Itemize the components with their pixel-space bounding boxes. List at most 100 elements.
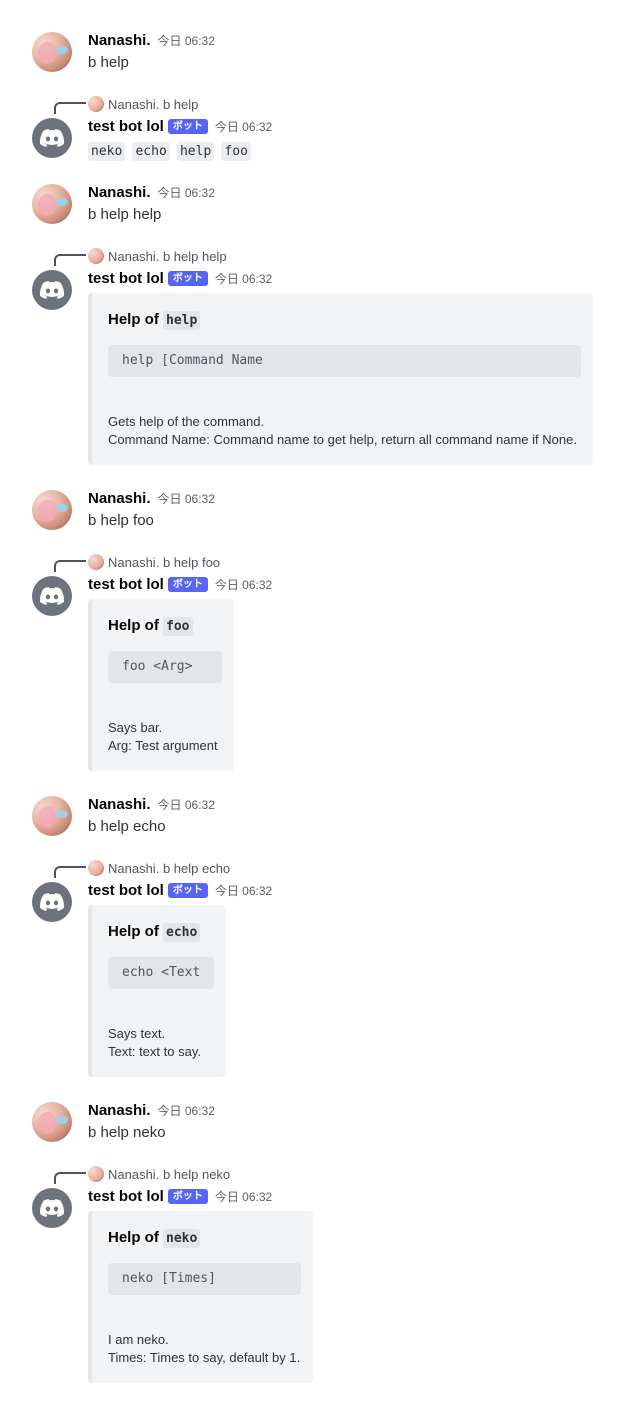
description-line: Command Name: Command name to get help, … bbox=[108, 432, 577, 447]
bot-badge: ボット bbox=[167, 119, 208, 134]
reply-reference[interactable]: Nanashi. b help echo bbox=[88, 860, 230, 876]
username[interactable]: Nanashi. bbox=[88, 184, 151, 201]
reply-text: b help bbox=[162, 96, 199, 112]
reply-reference[interactable]: Nanashi. b help bbox=[88, 96, 198, 112]
message-user: Nanashi. 今日 06:32 b help echo bbox=[0, 796, 625, 842]
usage-code-block: foo <Arg> bbox=[108, 651, 222, 683]
bot-avatar[interactable] bbox=[32, 118, 72, 158]
embed-title-prefix: Help of bbox=[108, 1229, 159, 1246]
reply-avatar bbox=[88, 554, 104, 570]
embed-title-code: help bbox=[163, 311, 201, 330]
reply-spine-icon bbox=[54, 254, 86, 266]
username[interactable]: test bot lol bbox=[88, 118, 164, 135]
command-code: help bbox=[176, 142, 215, 161]
message-text: b help neko bbox=[88, 1124, 166, 1141]
bot-badge: ボット bbox=[167, 577, 208, 592]
embed-title: Help of foo bbox=[108, 617, 196, 636]
username[interactable]: test bot lol bbox=[88, 576, 164, 593]
description-line: Says bar. bbox=[108, 720, 163, 735]
embed-description: Gets help of the command. Command Name: … bbox=[108, 413, 577, 449]
discord-logo-icon bbox=[40, 893, 64, 911]
reply-author: Nanashi. bbox=[108, 96, 160, 112]
discord-logo-icon bbox=[40, 281, 64, 299]
embed-title-code: foo bbox=[163, 617, 193, 636]
user-avatar[interactable] bbox=[32, 796, 72, 836]
description-line: Arg: Test argument bbox=[108, 738, 218, 753]
timestamp: 今日 06:32 bbox=[157, 186, 215, 200]
reply-spine-icon bbox=[54, 1172, 86, 1184]
message-user: Nanashi. 今日 06:32 b help bbox=[0, 32, 625, 78]
reply-text: b help neko bbox=[162, 1166, 231, 1182]
reply-reference[interactable]: Nanashi. b help help bbox=[88, 248, 227, 264]
embed-title: Help of help bbox=[108, 311, 203, 330]
username[interactable]: test bot lol bbox=[88, 1188, 164, 1205]
embed-title-prefix: Help of bbox=[108, 617, 159, 634]
usage-code-block: help [Command Name bbox=[108, 345, 581, 377]
message-user: Nanashi. 今日 06:32 b help help bbox=[0, 184, 625, 230]
reply-avatar bbox=[88, 1166, 104, 1182]
timestamp: 今日 06:32 bbox=[157, 1104, 215, 1118]
discord-logo-icon bbox=[40, 587, 64, 605]
reply-spine-icon bbox=[54, 866, 86, 878]
reply-reference[interactable]: Nanashi. b help neko bbox=[88, 1166, 230, 1182]
embed-title-code: neko bbox=[163, 1229, 201, 1248]
user-avatar[interactable] bbox=[32, 1102, 72, 1142]
bot-badge: ボット bbox=[167, 271, 208, 286]
discord-logo-icon bbox=[40, 1199, 64, 1217]
usage-code-block: neko [Times] bbox=[108, 1263, 301, 1295]
user-avatar[interactable] bbox=[32, 184, 72, 224]
embed-description: I am neko. Times: Times to say, default … bbox=[108, 1331, 300, 1367]
timestamp: 今日 06:32 bbox=[214, 1190, 273, 1204]
description-line: Times: Times to say, default by 1. bbox=[108, 1350, 301, 1365]
help-embed: Help of help help [Command Name Gets hel… bbox=[88, 293, 593, 465]
reply-avatar bbox=[88, 860, 104, 876]
embed-description: Says text. Text: text to say. bbox=[108, 1025, 201, 1061]
reply-reference[interactable]: Nanashi. b help foo bbox=[88, 554, 220, 570]
command-list: neko echo help foo bbox=[88, 142, 254, 161]
username[interactable]: Nanashi. bbox=[88, 796, 151, 813]
reply-author: Nanashi. bbox=[108, 554, 160, 570]
reply-spine-icon bbox=[54, 102, 86, 114]
command-code: neko bbox=[88, 142, 126, 161]
message-text: b help echo bbox=[88, 818, 166, 835]
embed-description: Says bar. Arg: Test argument bbox=[108, 719, 218, 755]
reply-author: Nanashi. bbox=[108, 860, 160, 876]
description-line: Says text. bbox=[108, 1026, 166, 1041]
message-bot: Nanashi. b help foo test bot lol ボット 今日 … bbox=[0, 554, 625, 774]
help-embed: Help of foo foo <Arg> Says bar. Arg: Tes… bbox=[88, 599, 234, 771]
bot-avatar[interactable] bbox=[32, 270, 72, 310]
username[interactable]: test bot lol bbox=[88, 270, 164, 287]
embed-title: Help of echo bbox=[108, 923, 203, 942]
username[interactable]: Nanashi. bbox=[88, 490, 151, 507]
username[interactable]: test bot lol bbox=[88, 882, 164, 899]
description-line: I am neko. bbox=[108, 1332, 169, 1347]
message-text: b help foo bbox=[88, 512, 154, 529]
user-avatar[interactable] bbox=[32, 490, 72, 530]
bot-badge: ボット bbox=[167, 883, 208, 898]
timestamp: 今日 06:32 bbox=[157, 492, 215, 506]
username[interactable]: Nanashi. bbox=[88, 32, 151, 49]
message-bot: Nanashi. b help test bot lol ボット 今日 06:3… bbox=[0, 96, 625, 166]
usage-code-block: echo <Text bbox=[108, 957, 214, 989]
message-bot: Nanashi. b help help test bot lol ボット 今日… bbox=[0, 248, 625, 468]
timestamp: 今日 06:32 bbox=[214, 272, 273, 286]
embed-title-code: echo bbox=[163, 923, 201, 942]
reply-avatar bbox=[88, 248, 104, 264]
help-embed: Help of echo echo <Text Says text. Text:… bbox=[88, 905, 226, 1077]
reply-text: b help help bbox=[162, 248, 227, 264]
embed-title-prefix: Help of bbox=[108, 923, 159, 940]
username[interactable]: Nanashi. bbox=[88, 1102, 151, 1119]
description-line: Gets help of the command. bbox=[108, 414, 265, 429]
timestamp: 今日 06:32 bbox=[157, 34, 215, 48]
command-code: echo bbox=[132, 142, 170, 161]
bot-avatar[interactable] bbox=[32, 576, 72, 616]
description-line: Text: text to say. bbox=[108, 1044, 201, 1059]
command-code: foo bbox=[221, 142, 251, 161]
timestamp: 今日 06:32 bbox=[214, 578, 273, 592]
bot-avatar[interactable] bbox=[32, 1188, 72, 1228]
reply-author: Nanashi. bbox=[108, 1166, 160, 1182]
timestamp: 今日 06:32 bbox=[157, 798, 215, 812]
bot-avatar[interactable] bbox=[32, 882, 72, 922]
user-avatar[interactable] bbox=[32, 32, 72, 72]
reply-text: b help foo bbox=[162, 554, 221, 570]
